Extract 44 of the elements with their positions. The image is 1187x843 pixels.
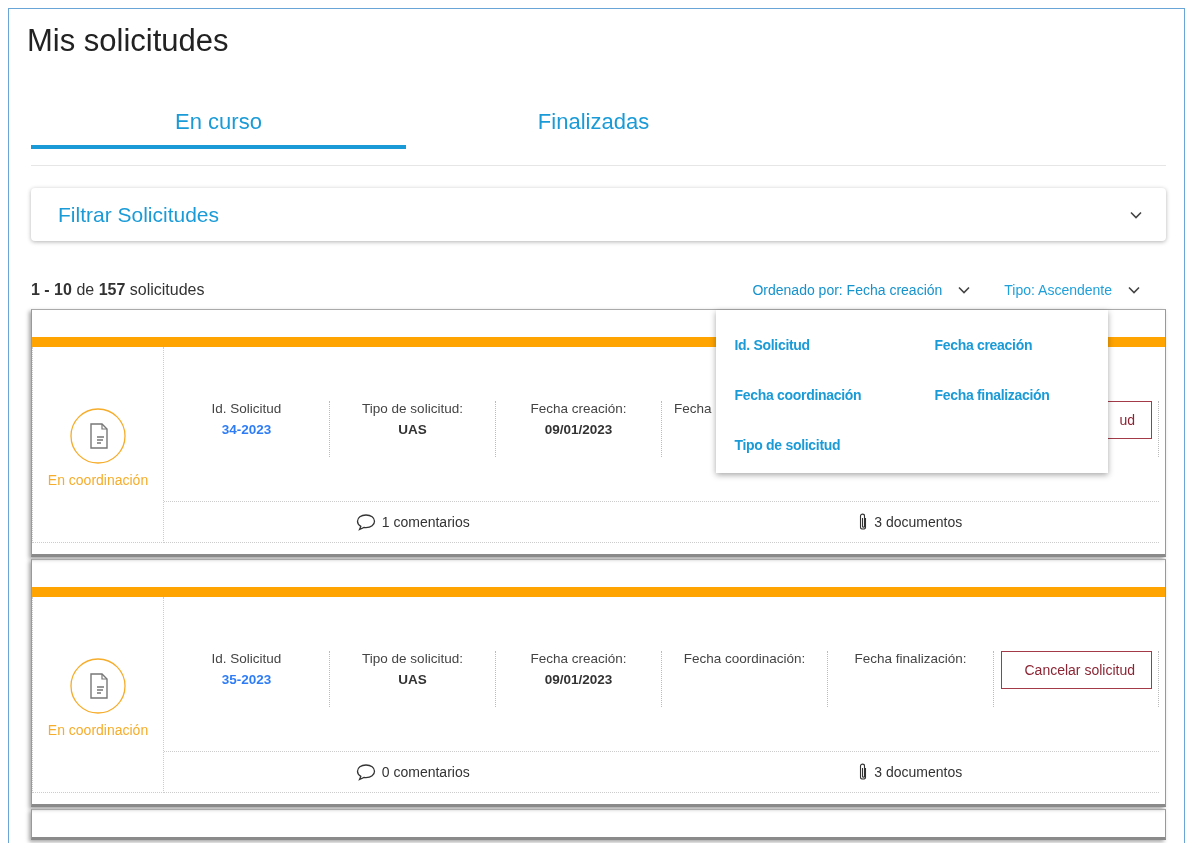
field-label: Fecha [674, 401, 713, 416]
menu-item[interactable]: Fecha finalización [934, 387, 1105, 403]
cancel-button[interactable]: Cancelar solicitud [1001, 651, 1152, 689]
page-title: Mis solicitudes [27, 23, 230, 59]
results-count: 1 - 10 de 157 solicitudes [31, 281, 205, 299]
field-label: Fecha creación: [529, 651, 628, 666]
comments-link[interactable]: 1 comentarios [381, 514, 470, 530]
filter-title: Filtrar Solicitudes [58, 202, 220, 227]
field-label: Fecha coordinación: [682, 651, 807, 666]
speech-bubble-icon [355, 513, 376, 531]
field-label: Id. Solicitud [210, 401, 283, 416]
sort-dropdown[interactable]: Ordenado por: Fecha creación [752, 282, 971, 298]
menu-item[interactable]: Id. Solicitud [734, 337, 935, 353]
paperclip-icon [858, 762, 869, 782]
speech-bubble-icon [355, 763, 376, 781]
chevron-down-icon [1130, 210, 1142, 219]
request-id-link[interactable]: 35-2023 [221, 672, 272, 687]
document-icon [70, 407, 126, 464]
status-label: En coordinación [47, 471, 149, 488]
chevron-down-icon [1128, 286, 1140, 294]
comments-link[interactable]: 0 comentarios [381, 764, 470, 780]
field-value: 09/01/2023 [543, 672, 614, 687]
request-id-link[interactable]: 34-2023 [221, 422, 272, 437]
field-value: UAS [397, 672, 428, 687]
field-value: UAS [397, 422, 428, 437]
menu-item[interactable]: Fecha coordinación [734, 387, 935, 403]
field-label: Tipo de solicitud: [361, 401, 464, 416]
documents-link[interactable]: 3 documentos [874, 514, 963, 530]
documents-link[interactable]: 3 documentos [874, 764, 963, 780]
paperclip-icon [858, 512, 869, 532]
status-label: En coordinación [47, 721, 149, 738]
field-label: Id. Solicitud [210, 651, 283, 666]
field-label: Tipo de solicitud: [361, 651, 464, 666]
field-value: 09/01/2023 [543, 422, 614, 437]
field-label: Fecha creación: [529, 401, 628, 416]
document-icon [70, 657, 126, 714]
tab[interactable]: En curso [31, 109, 406, 149]
menu-item[interactable]: Tipo de solicitud [734, 437, 935, 453]
menu-item[interactable]: Fecha creación [934, 337, 1105, 353]
filter-panel[interactable]: Filtrar Solicitudes [31, 188, 1166, 241]
field-label: Fecha finalización: [853, 651, 968, 666]
tab[interactable]: Finalizadas [406, 109, 781, 149]
chevron-down-icon [958, 286, 971, 294]
order-dropdown[interactable]: Tipo: Ascendente [1004, 282, 1140, 298]
